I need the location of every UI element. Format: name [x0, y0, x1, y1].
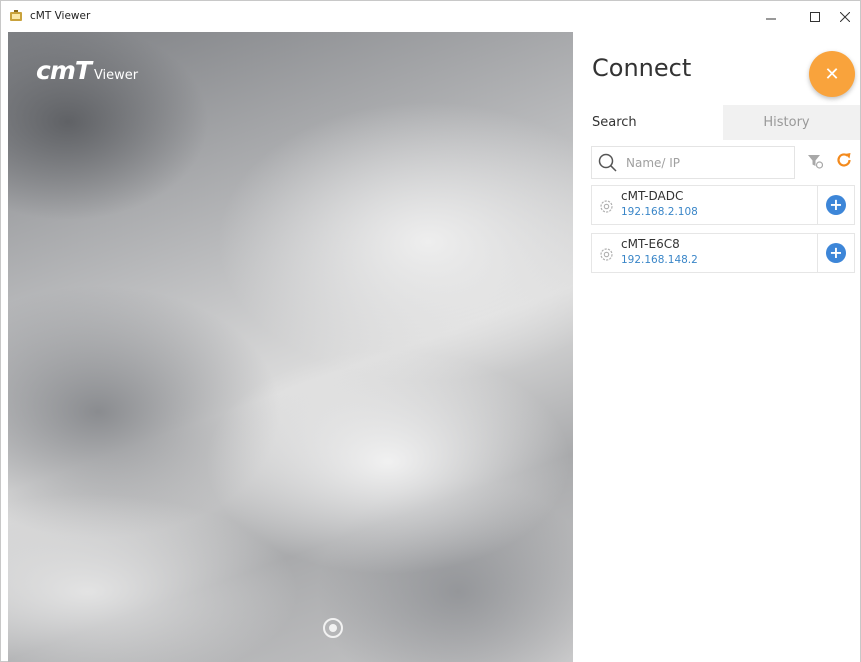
close-panel-button[interactable]: ✕: [809, 51, 855, 97]
divider: [817, 234, 818, 272]
search-box[interactable]: [591, 146, 795, 179]
page-indicator[interactable]: [323, 618, 343, 638]
device-item[interactable]: cMT-DADC 192.168.2.108 +: [591, 185, 855, 225]
device-ip: 192.168.148.2: [621, 254, 698, 266]
close-panel-icon: ✕: [824, 63, 840, 85]
app-logo: cmT Viewer: [36, 56, 138, 85]
device-name: cMT-DADC: [621, 189, 684, 203]
minimize-icon: [766, 18, 776, 19]
refresh-icon[interactable]: [835, 151, 853, 169]
tab-history[interactable]: History: [723, 105, 860, 140]
add-device-button[interactable]: +: [826, 195, 846, 215]
search-icon: [598, 153, 617, 172]
maximize-icon: [810, 11, 820, 22]
search-input[interactable]: [626, 155, 786, 170]
app-icon: [10, 10, 22, 21]
close-icon: [840, 11, 850, 22]
tab-search[interactable]: Search: [573, 105, 723, 140]
logo-sub: Viewer: [93, 68, 139, 83]
minimize-button[interactable]: [755, 1, 787, 32]
window-title: cMT Viewer: [30, 10, 91, 22]
device-name: cMT-E6C8: [621, 237, 680, 251]
device-item[interactable]: cMT-E6C8 192.168.148.2 +: [591, 233, 855, 273]
gear-icon[interactable]: [598, 246, 615, 263]
tab-bar: Search History: [573, 105, 860, 140]
divider: [817, 186, 818, 224]
maximize-button[interactable]: [799, 1, 831, 32]
connect-panel: Connect ✕ Search History Name/ IP cMT-DA…: [573, 32, 860, 662]
logo-main: cmT: [36, 56, 92, 85]
filter-icon[interactable]: [807, 153, 823, 169]
gear-icon[interactable]: [598, 198, 615, 215]
title-bar: cMT Viewer: [1, 1, 860, 32]
add-device-button[interactable]: +: [826, 243, 846, 263]
app-window: cMT Viewer cmT Viewer Connect ✕ Search H…: [0, 0, 861, 662]
device-ip: 192.168.2.108: [621, 206, 698, 218]
background-image: cmT Viewer: [8, 32, 573, 662]
close-window-button[interactable]: [829, 1, 861, 32]
panel-title: Connect: [592, 54, 692, 82]
